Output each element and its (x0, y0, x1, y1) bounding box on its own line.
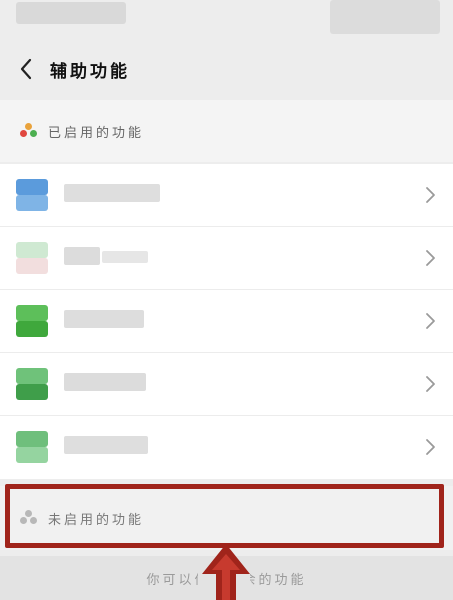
app-icon-top (16, 305, 48, 321)
chevron-right-icon (426, 439, 435, 455)
app-icon (16, 179, 48, 211)
app-icon (16, 242, 48, 274)
app-icon-bottom (16, 258, 48, 274)
nav-bar: 辅助功能 (0, 40, 453, 98)
feature-name-blur (102, 251, 148, 263)
enabled-feature-row[interactable] (0, 290, 453, 353)
enabled-feature-list (0, 164, 453, 479)
enabled-feature-row[interactable] (0, 164, 453, 227)
feature-name-blur (64, 373, 146, 391)
chevron-right-icon (426, 250, 435, 266)
back-button[interactable] (6, 49, 46, 89)
app-icon (16, 368, 48, 400)
app-icon-bottom (16, 384, 48, 400)
feature-name-blur (64, 184, 160, 202)
page-title: 辅助功能 (50, 61, 130, 82)
feature-name-blur (64, 436, 148, 454)
enabled-feature-row[interactable] (0, 227, 453, 290)
enabled-feature-row[interactable] (0, 353, 453, 416)
annotation-highlight-box (5, 484, 444, 548)
chevron-right-icon (426, 313, 435, 329)
status-bar-left-blur (16, 2, 126, 24)
chevron-left-icon (20, 58, 32, 80)
chevron-right-icon (426, 187, 435, 203)
status-bar (0, 0, 453, 40)
status-bar-right-blur (330, 0, 440, 34)
app-icon-top (16, 368, 48, 384)
enabled-section-header: 已启用的功能 (0, 100, 453, 162)
arrow-up-icon (202, 544, 250, 600)
app-icon-bottom (16, 321, 48, 337)
feature-name-blur (64, 310, 144, 328)
app-icon (16, 305, 48, 337)
feature-name-blur (64, 247, 100, 265)
app-icon (16, 431, 48, 463)
enabled-feature-row[interactable] (0, 416, 453, 479)
app-icon-top (16, 431, 48, 447)
enabled-section-label: 已启用的功能 (48, 125, 145, 141)
chevron-right-icon (426, 376, 435, 392)
enabled-dots-icon (20, 123, 38, 139)
app-icon-bottom (16, 195, 48, 211)
app-icon-bottom (16, 447, 48, 463)
app-icon-top (16, 179, 48, 195)
app-icon-top (16, 242, 48, 258)
